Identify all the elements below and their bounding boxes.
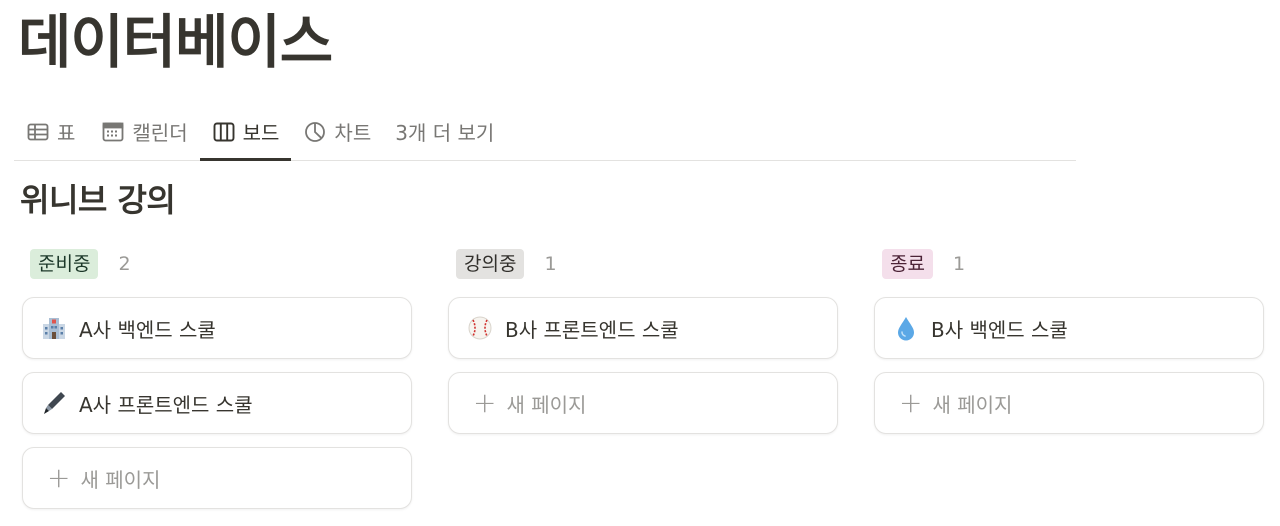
board-icon bbox=[212, 120, 236, 144]
board-card[interactable]: A사 프론트엔드 스쿨 bbox=[22, 372, 412, 434]
chart-icon bbox=[303, 120, 327, 144]
tab-calendar[interactable]: 캘린더 bbox=[89, 104, 199, 159]
tab-label: 보드 bbox=[242, 121, 280, 145]
new-page-button[interactable]: + 새 페이지 bbox=[448, 372, 838, 434]
new-page-label: 새 페이지 bbox=[932, 392, 1013, 417]
column-header: 준비중 2 bbox=[30, 248, 414, 280]
tab-label: 표 bbox=[57, 121, 76, 145]
board-card[interactable]: B사 프론트엔드 스쿨 bbox=[448, 297, 838, 359]
new-page-label: 새 페이지 bbox=[506, 392, 587, 417]
tab-more-views[interactable]: 3개 더 보기 bbox=[383, 104, 506, 159]
tab-label: 차트 bbox=[334, 121, 372, 145]
tab-table[interactable]: 표 bbox=[14, 104, 87, 159]
board-card[interactable]: B사 백엔드 스쿨 bbox=[874, 297, 1264, 359]
card-title: A사 프론트엔드 스쿨 bbox=[79, 392, 253, 417]
new-page-button[interactable]: + 새 페이지 bbox=[22, 447, 412, 509]
pen-icon bbox=[39, 388, 69, 418]
card-title: B사 백엔드 스쿨 bbox=[931, 317, 1068, 342]
status-badge[interactable]: 준비중 bbox=[30, 249, 99, 279]
column-header: 강의중 1 bbox=[456, 248, 840, 280]
tab-chart[interactable]: 차트 bbox=[291, 104, 383, 159]
column-count: 1 bbox=[952, 253, 966, 275]
table-icon bbox=[26, 120, 50, 144]
plus-icon: + bbox=[899, 386, 923, 419]
baseball-icon bbox=[465, 313, 495, 343]
new-page-button[interactable]: + 새 페이지 bbox=[874, 372, 1264, 434]
card-title: A사 백엔드 스쿨 bbox=[79, 317, 216, 342]
view-tabs: 표 캘린더 보드 차트 3개 더 보기 bbox=[14, 104, 1076, 161]
column-count: 1 bbox=[544, 253, 557, 275]
column-count: 2 bbox=[118, 253, 131, 275]
plus-icon: + bbox=[473, 386, 497, 419]
new-page-label: 새 페이지 bbox=[80, 467, 161, 492]
board-column: 종료 1 B사 백엔드 스쿨 + 새 페이지 bbox=[874, 248, 1266, 448]
page-title: 데이터베이스 bbox=[18, 8, 333, 76]
board-card[interactable]: A사 백엔드 스쿨 bbox=[22, 297, 412, 359]
board-column: 준비중 2 A사 백엔드 스쿨 A사 프론트엔드 스쿨 + 새 페이지 bbox=[22, 248, 414, 518]
plus-icon: + bbox=[47, 461, 71, 494]
tab-board[interactable]: 보드 bbox=[199, 104, 292, 161]
tab-label: 3개 더 보기 bbox=[395, 121, 495, 145]
card-title: B사 프론트엔드 스쿨 bbox=[505, 317, 679, 342]
calendar-icon bbox=[101, 120, 125, 144]
tab-label: 캘린더 bbox=[132, 121, 188, 145]
status-badge[interactable]: 종료 bbox=[882, 249, 933, 279]
status-badge[interactable]: 강의중 bbox=[456, 249, 525, 279]
water-drop-icon bbox=[891, 313, 921, 343]
school-building-icon bbox=[39, 313, 69, 343]
column-header: 종료 1 bbox=[882, 248, 1266, 280]
board-column: 강의중 1 B사 프론트엔드 스쿨 + 새 페이지 bbox=[448, 248, 840, 448]
board-title: 위니브 강의 bbox=[20, 181, 176, 219]
